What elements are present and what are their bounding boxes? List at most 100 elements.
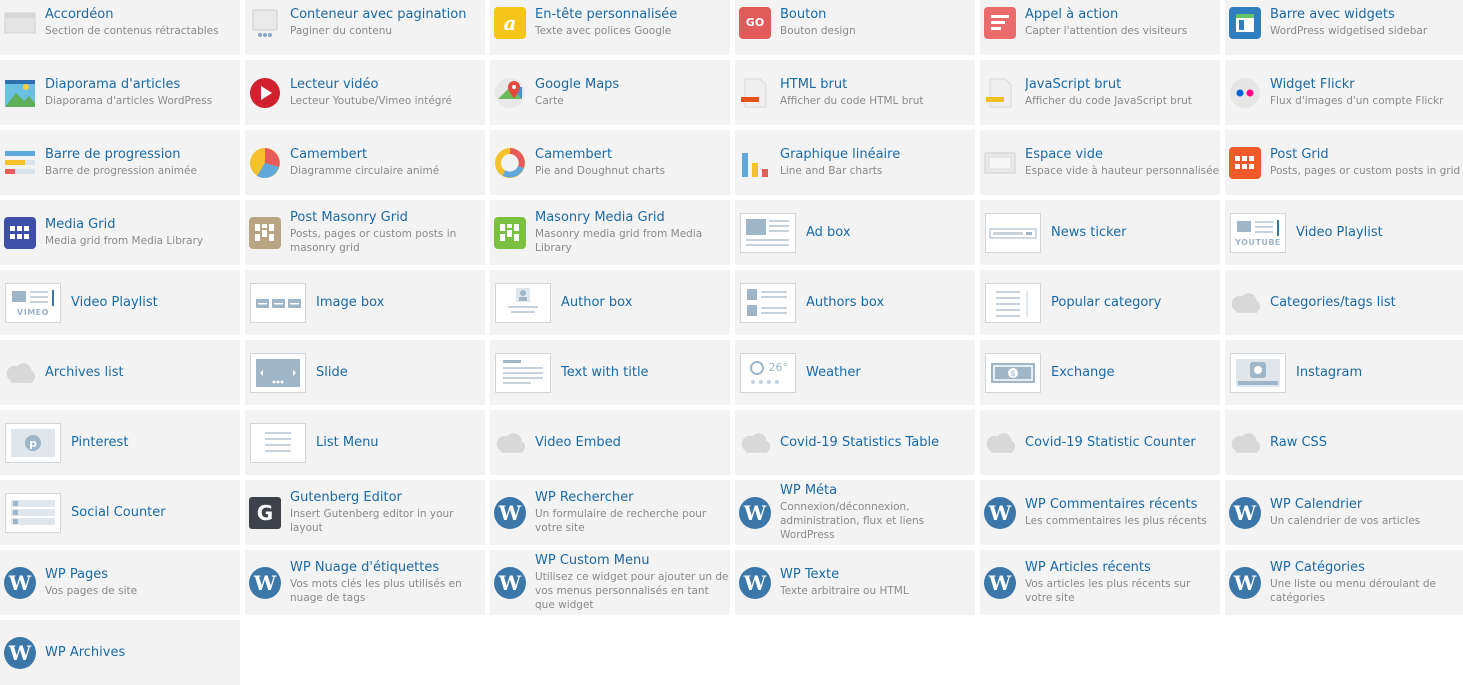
widget-tile[interactable]: Author box	[490, 270, 730, 335]
widget-title: WP Pages	[45, 567, 109, 582]
widget-text: Categories/tags list	[1270, 295, 1396, 310]
widget-tile[interactable]: Google Maps Carte	[490, 60, 730, 125]
widget-tile[interactable]: Graphique linéaire Line and Bar charts	[735, 130, 975, 195]
svg-text:p: p	[29, 437, 37, 450]
widget-tile[interactable]: Espace vide Espace vide à hauteur personn…	[980, 130, 1220, 195]
youtube-playlist-icon: YOUTUBE	[1229, 212, 1287, 254]
social-counter-icon	[4, 492, 62, 534]
widget-tile[interactable]: Post Grid Posts, pages or custom posts in…	[1225, 130, 1463, 195]
widget-tile[interactable]: Covid-19 Statistics Table	[735, 410, 975, 475]
widget-tile[interactable]: Post Masonry Grid Posts, pages or custom …	[245, 200, 485, 265]
widget-tile[interactable]: Authors box	[735, 270, 975, 335]
widget-tile[interactable]: Barre de progression Barre de progression…	[0, 130, 240, 195]
widget-text: Raw CSS	[1270, 435, 1327, 450]
widget-tile[interactable]: W WP Nuage d'étiquettes Vos mots clés les …	[245, 550, 485, 615]
widget-tile[interactable]: W WP Pages Vos pages de site	[0, 550, 240, 615]
widget-title: Espace vide	[1025, 147, 1104, 162]
wordpress-icon: W	[1229, 566, 1261, 599]
widget-tile[interactable]: Text with title	[490, 340, 730, 405]
widget-tile[interactable]: $ Exchange	[980, 340, 1220, 405]
widget-title: Social Counter	[71, 505, 166, 520]
widget-tile[interactable]: Masonry Media Grid Masonry media grid fro…	[490, 200, 730, 265]
widget-tile[interactable]: Image box	[245, 270, 485, 335]
widget-description: Un calendrier de vos articles	[1270, 515, 1421, 527]
widget-title: Gutenberg Editor	[290, 490, 402, 505]
widget-text: WP Archives	[45, 645, 125, 660]
media-grid-icon	[4, 216, 36, 249]
widget-tile[interactable]: Barre avec widgets WordPress widgetised s…	[1225, 0, 1463, 55]
widget-text: Appel à action Capter l'attention des vis…	[1025, 7, 1187, 38]
widget-title: Ad box	[806, 225, 851, 240]
widget-text: Text with title	[561, 365, 649, 380]
doughnut-chart-icon	[494, 147, 526, 179]
widget-tile[interactable]: GO Bouton Bouton design	[735, 0, 975, 55]
widget-tile[interactable]: Instagram	[1225, 340, 1463, 405]
widget-tile[interactable]: Social Counter	[0, 480, 240, 545]
widget-tile[interactable]: Media Grid Media grid from Media Library	[0, 200, 240, 265]
widget-tile[interactable]: Conteneur avec pagination Paginer du cont…	[245, 0, 485, 55]
widget-tile[interactable]: List Menu	[245, 410, 485, 475]
widget-tile[interactable]: News ticker	[980, 200, 1220, 265]
weather-icon: 26°	[739, 352, 797, 394]
widget-text: WP Méta Connexion/déconnexion, administra…	[780, 483, 975, 542]
widget-tile[interactable]: Ad box	[735, 200, 975, 265]
widget-tile[interactable]: p Pinterest	[0, 410, 240, 475]
widget-tile[interactable]: Slide	[245, 340, 485, 405]
news-ticker-icon	[984, 212, 1042, 254]
widget-text: Diaporama d'articles Diaporama d'articles…	[45, 77, 212, 108]
widget-tile[interactable]: Covid-19 Statistic Counter	[980, 410, 1220, 475]
text-title-icon	[494, 352, 552, 394]
widget-tile[interactable]: Diaporama d'articles Diaporama d'articles…	[0, 60, 240, 125]
widget-title: Accordéon	[45, 7, 114, 22]
widget-tile[interactable]: Widget Flickr Flux d'images d'un compte F…	[1225, 60, 1463, 125]
widget-tile[interactable]: W WP Rechercher Un formulaire de recherche…	[490, 480, 730, 545]
widget-tile[interactable]: Camembert Diagramme circulaire animé	[245, 130, 485, 195]
widget-tile[interactable]: a En-tête personnalisée Texte avec polices…	[490, 0, 730, 55]
widget-tile[interactable]: W WP Articles récents Vos articles les plu…	[980, 550, 1220, 615]
masonry-grid-icon	[249, 216, 281, 249]
widget-description: Pie and Doughnut charts	[535, 165, 665, 177]
widget-tile[interactable]: VIMEO Video Playlist	[0, 270, 240, 335]
widget-title: Lecteur vidéo	[290, 77, 379, 92]
widget-tile[interactable]: YOUTUBE Video Playlist	[1225, 200, 1463, 265]
widget-tile[interactable]: 26° Weather	[735, 340, 975, 405]
widget-tile[interactable]: Popular category	[980, 270, 1220, 335]
widget-title: Weather	[806, 365, 861, 380]
widget-tile[interactable]: W WP Méta Connexion/déconnexion, administr…	[735, 480, 975, 545]
widget-tile[interactable]: Camembert Pie and Doughnut charts	[490, 130, 730, 195]
slide-icon	[249, 352, 307, 394]
widget-text: Media Grid Media grid from Media Library	[45, 217, 203, 248]
widget-tile[interactable]: W WP Archives	[0, 620, 240, 685]
widget-tile[interactable]: W WP Commentaires récents Les commentaires…	[980, 480, 1220, 545]
widget-text: Exchange	[1051, 365, 1115, 380]
widget-tile[interactable]: W WP Catégories Une liste ou menu déroulan…	[1225, 550, 1463, 615]
widget-description: Diagramme circulaire animé	[290, 165, 440, 177]
call-to-action-icon	[984, 6, 1016, 39]
accordion-icon	[4, 7, 36, 39]
widget-tile[interactable]: Archives list	[0, 340, 240, 405]
widget-title: Google Maps	[535, 77, 620, 92]
bar-chart-icon	[739, 147, 771, 179]
widget-text: Instagram	[1296, 365, 1362, 380]
widget-tile[interactable]: W WP Custom Menu Utilisez ce widget pour a…	[490, 550, 730, 615]
widget-tile[interactable]: Lecteur vidéo Lecteur Youtube/Vimeo intég…	[245, 60, 485, 125]
widget-description: Texte avec polices Google	[535, 25, 672, 37]
widget-tile[interactable]: Video Embed	[490, 410, 730, 475]
widget-text: WP Articles récents Vos articles les plus…	[1025, 560, 1220, 605]
widget-tile[interactable]: Appel à action Capter l'attention des vis…	[980, 0, 1220, 55]
widget-title: WP Calendrier	[1270, 497, 1363, 512]
widget-tile[interactable]: Raw CSS	[1225, 410, 1463, 475]
widget-tile[interactable]: Categories/tags list	[1225, 270, 1463, 335]
widget-tile[interactable]: Accordéon Section de contenus rétractable…	[0, 0, 240, 55]
widget-text: WP Nuage d'étiquettes Vos mots clés les p…	[290, 560, 485, 605]
widget-tile[interactable]: HTML brut Afficher du code HTML brut	[735, 60, 975, 125]
pagination-icon	[249, 7, 281, 39]
widget-tile[interactable]: W WP Calendrier Un calendrier de vos artic…	[1225, 480, 1463, 545]
widget-description: Posts, pages or custom posts in masonry …	[290, 228, 457, 254]
widget-tile[interactable]: G Gutenberg Editor Insert Gutenberg editor…	[245, 480, 485, 545]
widget-text: En-tête personnalisée Texte avec polices …	[535, 7, 677, 38]
widget-tile[interactable]: JavaScript brut Afficher du code JavaScri…	[980, 60, 1220, 125]
progress-bar-icon	[4, 147, 36, 179]
widget-description: WordPress widgetised sidebar	[1270, 25, 1428, 37]
widget-tile[interactable]: W WP Texte Texte arbitraire ou HTML	[735, 550, 975, 615]
